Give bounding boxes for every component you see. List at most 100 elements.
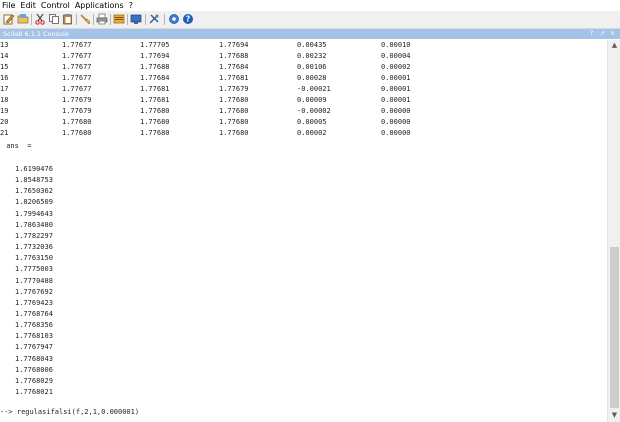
ans-value: 1.7768021 [15,388,53,396]
menu-applications[interactable]: Applications [73,0,127,11]
table-cell: 1.77705 [140,41,170,49]
copy-icon[interactable] [48,13,60,25]
table-cell: 0.00009 [297,96,327,104]
table-cell: 1.77694 [219,41,249,49]
ans-value: 1.8548753 [15,176,53,185]
cut-icon[interactable] [34,13,46,25]
help-browser-icon[interactable]: ? [182,13,194,25]
table-cell: 1.77677 [62,85,92,93]
table-cell: 1.77684 [219,63,249,71]
console-output[interactable]: 13 1.77677 1.77705 1.77694 0.00435 0.00010 14 1… [0,40,607,422]
table-cell: 19 [0,107,9,115]
table-cell: 16 [0,74,9,82]
clear-console-icon[interactable] [79,13,91,25]
table-cell: 1.77681 [140,85,170,93]
xcos-icon[interactable] [148,13,160,25]
undock-button[interactable]: ↗ [600,29,605,39]
console-prompt[interactable]: --> regulasifalsi(f,2,1,0.000001) [0,407,139,418]
scroll-up-icon[interactable]: ▲ [610,41,619,50]
table-cell: 1.77680 [219,107,249,115]
menu-bar: File Edit Control Applications? [0,0,620,11]
table-cell: 1.77680 [219,96,249,104]
table-cell: 0.00435 [297,41,327,49]
menu-help[interactable]: ? [127,0,136,11]
table-cell: 0.00002 [297,129,327,137]
table-cell: 1.77681 [140,96,170,104]
ans-value: 1.7763150 [15,254,53,263]
table-cell: 0.00000 [381,118,411,126]
table-cell: 0.00106 [297,63,327,71]
ans-value: 1.7768029 [15,376,53,385]
table-cell: 1.77680 [140,107,170,115]
close-button[interactable]: × [610,29,615,39]
file-browser-icon[interactable] [130,13,142,25]
menu-file[interactable]: File [0,0,18,11]
table-cell: 0.00001 [381,85,411,93]
table-cell: 1.77680 [219,129,249,137]
paste-icon[interactable] [62,13,74,25]
table-cell: 1.77688 [140,63,170,71]
table-cell: 1.77680 [62,129,92,137]
ans-value: 1.7768103 [15,332,53,341]
ans-value: 1.7732036 [15,243,53,252]
toolbar: ? [0,11,620,29]
table-cell: 1.77688 [219,52,249,60]
ans-value: 1.7767947 [15,343,53,352]
table-cell: -0.00021 [297,85,331,93]
table-cell: 0.00001 [381,74,411,82]
table-cell: 1.77677 [62,52,92,60]
print-icon[interactable] [96,13,108,25]
table-cell: 0.00004 [381,52,411,60]
ans-value: 1.7994643 [15,209,53,218]
ans-value: 1.7769423 [15,298,53,307]
table-cell: 21 [0,129,9,137]
menu-edit[interactable]: Edit [18,0,39,11]
table-cell: 1.77680 [62,118,92,126]
ans-value: 1.7770488 [15,276,53,285]
table-cell: 0.00000 [381,107,411,115]
table-cell: 1.77677 [62,74,92,82]
table-cell: 1.77679 [62,107,92,115]
table-cell: 1.77679 [62,96,92,104]
table-cell: -0.00002 [297,107,331,115]
demos-icon[interactable] [168,13,180,25]
new-script-icon[interactable] [3,13,15,25]
ans-value: 1.7767692 [15,287,53,296]
table-cell: 0.00005 [297,118,327,126]
console-scrollbar[interactable]: ▲ ▼ [607,40,620,422]
table-cell: 1.77694 [140,52,170,60]
table-cell: 0.00010 [381,41,411,49]
console-title: Scilab 6.1.1 Console [3,30,69,38]
ans-value: 1.7768764 [15,309,53,318]
table-cell: 1.77680 [140,118,170,126]
table-cell: 1.77677 [62,41,92,49]
ans-value: 1.7782297 [15,231,53,240]
table-cell: 15 [0,63,9,71]
svg-text:?: ? [186,15,191,24]
table-cell: 1.77679 [219,85,249,93]
table-cell: 18 [0,96,9,104]
table-cell: 1.77677 [62,63,92,71]
open-folder-icon[interactable] [17,13,29,25]
table-cell: 0.00028 [297,74,327,82]
ans-value: 1.7775003 [15,265,53,274]
scroll-down-icon[interactable]: ▼ [610,411,619,420]
table-cell: 1.77680 [219,118,249,126]
menu-control[interactable]: Control [39,0,73,11]
table-cell: 1.77680 [140,129,170,137]
variable-browser-icon[interactable] [113,13,125,25]
table-cell: 14 [0,52,9,60]
table-cell: 1.77681 [219,74,249,82]
ans-value: 1.7768356 [15,321,53,330]
table-cell: 0.00232 [297,52,327,60]
scrollbar-thumb[interactable] [610,247,619,408]
ans-value: 1.7863480 [15,220,53,229]
table-cell: 0.00001 [381,96,411,104]
table-cell: 20 [0,118,9,126]
help-button[interactable]: ? [590,29,593,39]
table-cell: 1.77684 [140,74,170,82]
table-cell: 13 [0,41,9,49]
ans-value: 1.6190476 [15,165,53,173]
table-cell: 0.00000 [381,129,411,137]
ans-value: 1.7650362 [15,187,53,196]
